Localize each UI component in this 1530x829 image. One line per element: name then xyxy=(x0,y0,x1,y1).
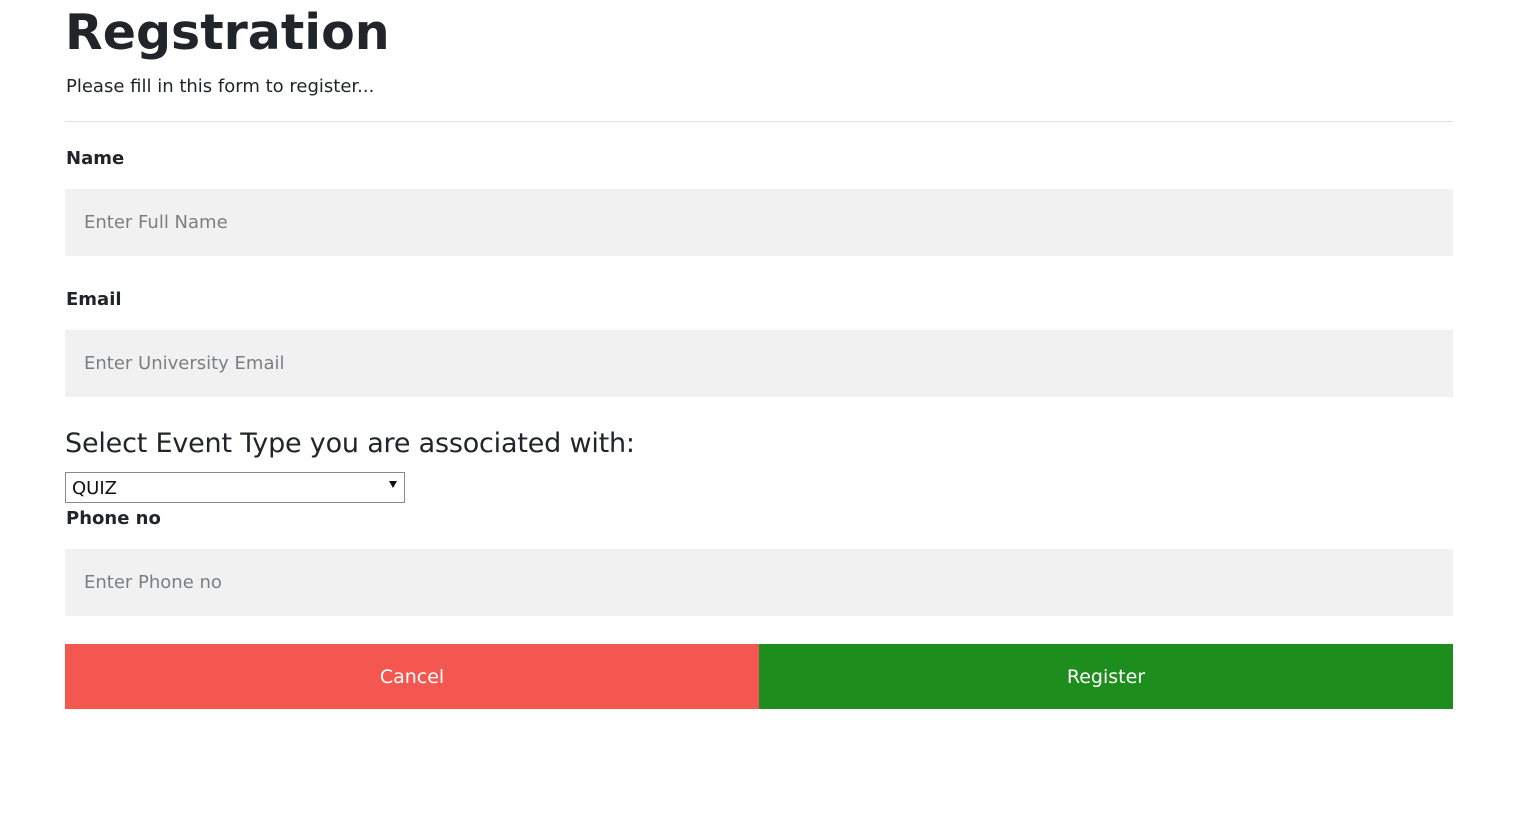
email-label: Email xyxy=(66,289,122,310)
email-input[interactable] xyxy=(65,330,1453,397)
cancel-button[interactable]: Cancel xyxy=(65,644,759,709)
event-type-heading: Select Event Type you are associated wit… xyxy=(65,428,635,459)
name-label: Name xyxy=(66,148,125,169)
phone-input[interactable] xyxy=(65,549,1453,616)
divider xyxy=(65,121,1453,122)
event-type-select[interactable]: QUIZ xyxy=(65,472,405,503)
chevron-down-icon xyxy=(389,481,397,488)
phone-label: Phone no xyxy=(66,508,161,529)
name-input[interactable] xyxy=(65,189,1453,256)
event-type-selected-value: QUIZ xyxy=(72,478,117,499)
form-subtitle: Please fill in this form to register... xyxy=(66,76,375,97)
page-title: Regstration xyxy=(65,4,390,61)
register-button[interactable]: Register xyxy=(759,644,1453,709)
